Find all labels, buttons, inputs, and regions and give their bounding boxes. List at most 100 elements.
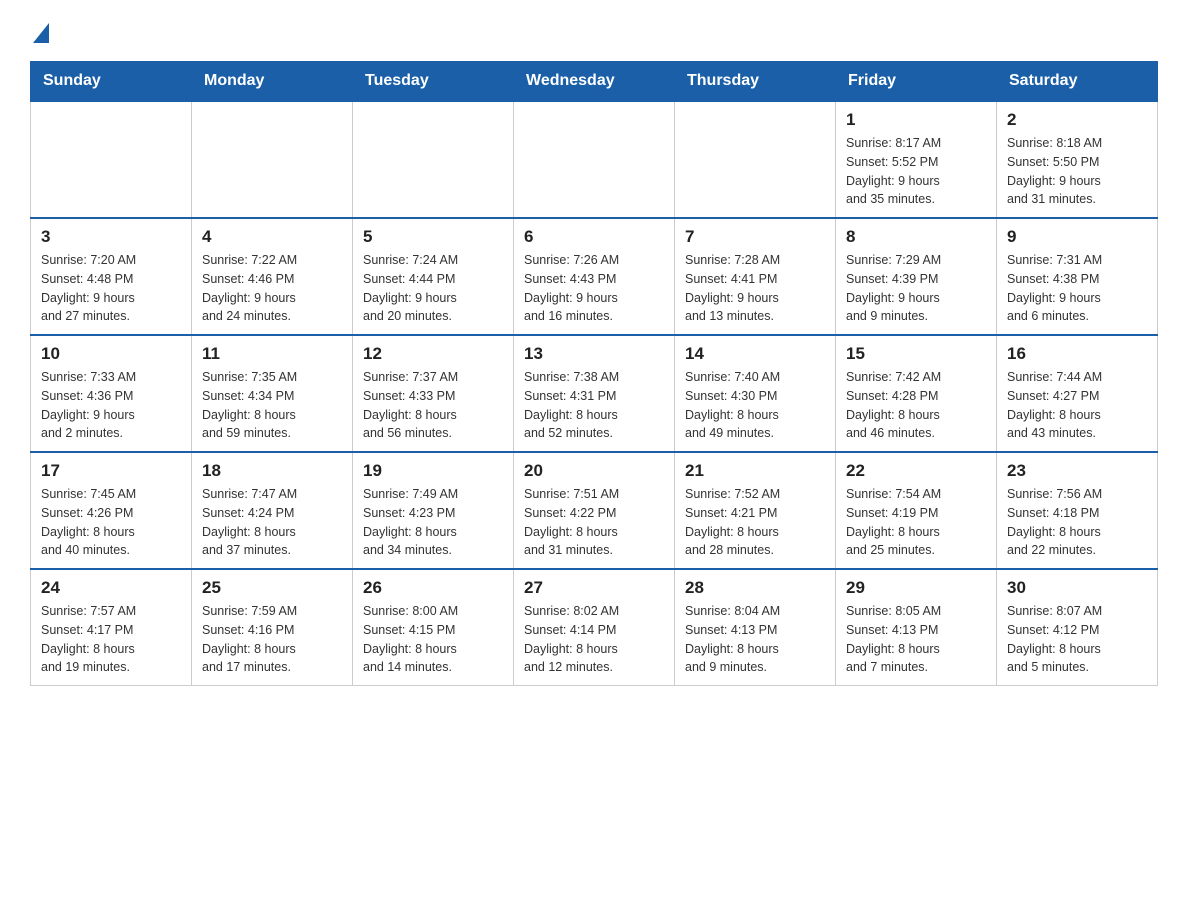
day-number: 19 [363, 461, 503, 481]
calendar-cell [675, 101, 836, 218]
calendar-cell: 2Sunrise: 8:18 AM Sunset: 5:50 PM Daylig… [997, 101, 1158, 218]
weekday-header-sunday: Sunday [31, 62, 192, 102]
day-info: Sunrise: 7:57 AM Sunset: 4:17 PM Dayligh… [41, 602, 181, 677]
day-number: 17 [41, 461, 181, 481]
day-info: Sunrise: 8:00 AM Sunset: 4:15 PM Dayligh… [363, 602, 503, 677]
weekday-header-thursday: Thursday [675, 62, 836, 102]
calendar-cell [514, 101, 675, 218]
day-info: Sunrise: 7:26 AM Sunset: 4:43 PM Dayligh… [524, 251, 664, 326]
calendar-cell: 1 Sunrise: 8:17 AM Sunset: 5:52 PM Daylig… [836, 101, 997, 218]
calendar-cell: 25 Sunrise: 7:59 AM Sunset: 4:16 PM Dayli… [192, 569, 353, 686]
calendar-cell: 3Sunrise: 7:20 AM Sunset: 4:48 PM Daylig… [31, 218, 192, 335]
day-number: 9 [1007, 227, 1147, 247]
calendar-cell: 27 Sunrise: 8:02 AM Sunset: 4:14 PM Dayli… [514, 569, 675, 686]
calendar-week-row: 24 Sunrise: 7:57 AM Sunset: 4:17 PM Dayli… [31, 569, 1158, 686]
day-info: Sunrise: 7:54 AM Sunset: 4:19 PM Dayligh… [846, 485, 986, 560]
day-info: Sunrise: 7:22 AM Sunset: 4:46 PM Dayligh… [202, 251, 342, 326]
calendar-cell: 14 Sunrise: 7:40 AM Sunset: 4:30 PM Dayli… [675, 335, 836, 452]
day-number: 30 [1007, 578, 1147, 598]
day-info: Sunrise: 7:28 AM Sunset: 4:41 PM Dayligh… [685, 251, 825, 326]
calendar-cell [353, 101, 514, 218]
calendar-cell: 28 Sunrise: 8:04 AM Sunset: 4:13 PM Dayli… [675, 569, 836, 686]
day-info: Sunrise: 7:35 AM Sunset: 4:34 PM Dayligh… [202, 368, 342, 443]
day-number: 21 [685, 461, 825, 481]
calendar-cell: 26 Sunrise: 8:00 AM Sunset: 4:15 PM Dayli… [353, 569, 514, 686]
day-info: Sunrise: 7:24 AM Sunset: 4:44 PM Dayligh… [363, 251, 503, 326]
weekday-header-wednesday: Wednesday [514, 62, 675, 102]
calendar-cell: 9Sunrise: 7:31 AM Sunset: 4:38 PM Daylig… [997, 218, 1158, 335]
logo [30, 20, 49, 41]
calendar-cell: 7 Sunrise: 7:28 AM Sunset: 4:41 PM Daylig… [675, 218, 836, 335]
calendar-table: SundayMondayTuesdayWednesdayThursdayFrid… [30, 61, 1158, 686]
calendar-cell: 15 Sunrise: 7:42 AM Sunset: 4:28 PM Dayli… [836, 335, 997, 452]
day-number: 10 [41, 344, 181, 364]
day-number: 28 [685, 578, 825, 598]
weekday-header-tuesday: Tuesday [353, 62, 514, 102]
day-number: 27 [524, 578, 664, 598]
day-info: Sunrise: 7:59 AM Sunset: 4:16 PM Dayligh… [202, 602, 342, 677]
day-number: 18 [202, 461, 342, 481]
calendar-cell: 22 Sunrise: 7:54 AM Sunset: 4:19 PM Dayli… [836, 452, 997, 569]
page-header [30, 20, 1158, 41]
day-info: Sunrise: 7:51 AM Sunset: 4:22 PM Dayligh… [524, 485, 664, 560]
calendar-week-row: 10 Sunrise: 7:33 AM Sunset: 4:36 PM Dayli… [31, 335, 1158, 452]
day-number: 29 [846, 578, 986, 598]
day-number: 22 [846, 461, 986, 481]
day-number: 26 [363, 578, 503, 598]
calendar-cell: 21 Sunrise: 7:52 AM Sunset: 4:21 PM Dayli… [675, 452, 836, 569]
day-number: 14 [685, 344, 825, 364]
calendar-cell: 19 Sunrise: 7:49 AM Sunset: 4:23 PM Dayli… [353, 452, 514, 569]
day-number: 15 [846, 344, 986, 364]
day-number: 13 [524, 344, 664, 364]
day-info: Sunrise: 7:42 AM Sunset: 4:28 PM Dayligh… [846, 368, 986, 443]
day-number: 23 [1007, 461, 1147, 481]
calendar-cell: 13 Sunrise: 7:38 AM Sunset: 4:31 PM Dayli… [514, 335, 675, 452]
calendar-header-row: SundayMondayTuesdayWednesdayThursdayFrid… [31, 62, 1158, 102]
calendar-cell: 20 Sunrise: 7:51 AM Sunset: 4:22 PM Dayli… [514, 452, 675, 569]
weekday-header-monday: Monday [192, 62, 353, 102]
day-number: 2 [1007, 110, 1147, 130]
day-number: 3 [41, 227, 181, 247]
weekday-header-saturday: Saturday [997, 62, 1158, 102]
calendar-cell: 6Sunrise: 7:26 AM Sunset: 4:43 PM Daylig… [514, 218, 675, 335]
day-number: 24 [41, 578, 181, 598]
day-info: Sunrise: 7:45 AM Sunset: 4:26 PM Dayligh… [41, 485, 181, 560]
weekday-header-friday: Friday [836, 62, 997, 102]
calendar-cell [31, 101, 192, 218]
day-info: Sunrise: 8:17 AM Sunset: 5:52 PM Dayligh… [846, 134, 986, 209]
day-number: 4 [202, 227, 342, 247]
day-info: Sunrise: 7:40 AM Sunset: 4:30 PM Dayligh… [685, 368, 825, 443]
day-info: Sunrise: 7:37 AM Sunset: 4:33 PM Dayligh… [363, 368, 503, 443]
day-info: Sunrise: 7:56 AM Sunset: 4:18 PM Dayligh… [1007, 485, 1147, 560]
day-info: Sunrise: 7:47 AM Sunset: 4:24 PM Dayligh… [202, 485, 342, 560]
calendar-week-row: 17 Sunrise: 7:45 AM Sunset: 4:26 PM Dayli… [31, 452, 1158, 569]
calendar-week-row: 1 Sunrise: 8:17 AM Sunset: 5:52 PM Daylig… [31, 101, 1158, 218]
day-number: 5 [363, 227, 503, 247]
day-info: Sunrise: 8:04 AM Sunset: 4:13 PM Dayligh… [685, 602, 825, 677]
calendar-cell: 12Sunrise: 7:37 AM Sunset: 4:33 PM Dayli… [353, 335, 514, 452]
day-number: 20 [524, 461, 664, 481]
day-number: 8 [846, 227, 986, 247]
calendar-cell: 24 Sunrise: 7:57 AM Sunset: 4:17 PM Dayli… [31, 569, 192, 686]
day-number: 1 [846, 110, 986, 130]
day-info: Sunrise: 7:29 AM Sunset: 4:39 PM Dayligh… [846, 251, 986, 326]
day-info: Sunrise: 7:33 AM Sunset: 4:36 PM Dayligh… [41, 368, 181, 443]
calendar-cell: 17 Sunrise: 7:45 AM Sunset: 4:26 PM Dayli… [31, 452, 192, 569]
day-info: Sunrise: 7:38 AM Sunset: 4:31 PM Dayligh… [524, 368, 664, 443]
calendar-week-row: 3Sunrise: 7:20 AM Sunset: 4:48 PM Daylig… [31, 218, 1158, 335]
calendar-cell [192, 101, 353, 218]
calendar-cell: 16Sunrise: 7:44 AM Sunset: 4:27 PM Dayli… [997, 335, 1158, 452]
calendar-cell: 30Sunrise: 8:07 AM Sunset: 4:12 PM Dayli… [997, 569, 1158, 686]
calendar-cell: 5 Sunrise: 7:24 AM Sunset: 4:44 PM Daylig… [353, 218, 514, 335]
day-number: 7 [685, 227, 825, 247]
calendar-cell: 18 Sunrise: 7:47 AM Sunset: 4:24 PM Dayli… [192, 452, 353, 569]
calendar-cell: 10 Sunrise: 7:33 AM Sunset: 4:36 PM Dayli… [31, 335, 192, 452]
calendar-cell: 8 Sunrise: 7:29 AM Sunset: 4:39 PM Daylig… [836, 218, 997, 335]
calendar-cell: 4 Sunrise: 7:22 AM Sunset: 4:46 PM Daylig… [192, 218, 353, 335]
day-info: Sunrise: 7:52 AM Sunset: 4:21 PM Dayligh… [685, 485, 825, 560]
day-number: 25 [202, 578, 342, 598]
day-info: Sunrise: 8:05 AM Sunset: 4:13 PM Dayligh… [846, 602, 986, 677]
day-info: Sunrise: 8:02 AM Sunset: 4:14 PM Dayligh… [524, 602, 664, 677]
calendar-cell: 23 Sunrise: 7:56 AM Sunset: 4:18 PM Dayli… [997, 452, 1158, 569]
day-info: Sunrise: 7:49 AM Sunset: 4:23 PM Dayligh… [363, 485, 503, 560]
